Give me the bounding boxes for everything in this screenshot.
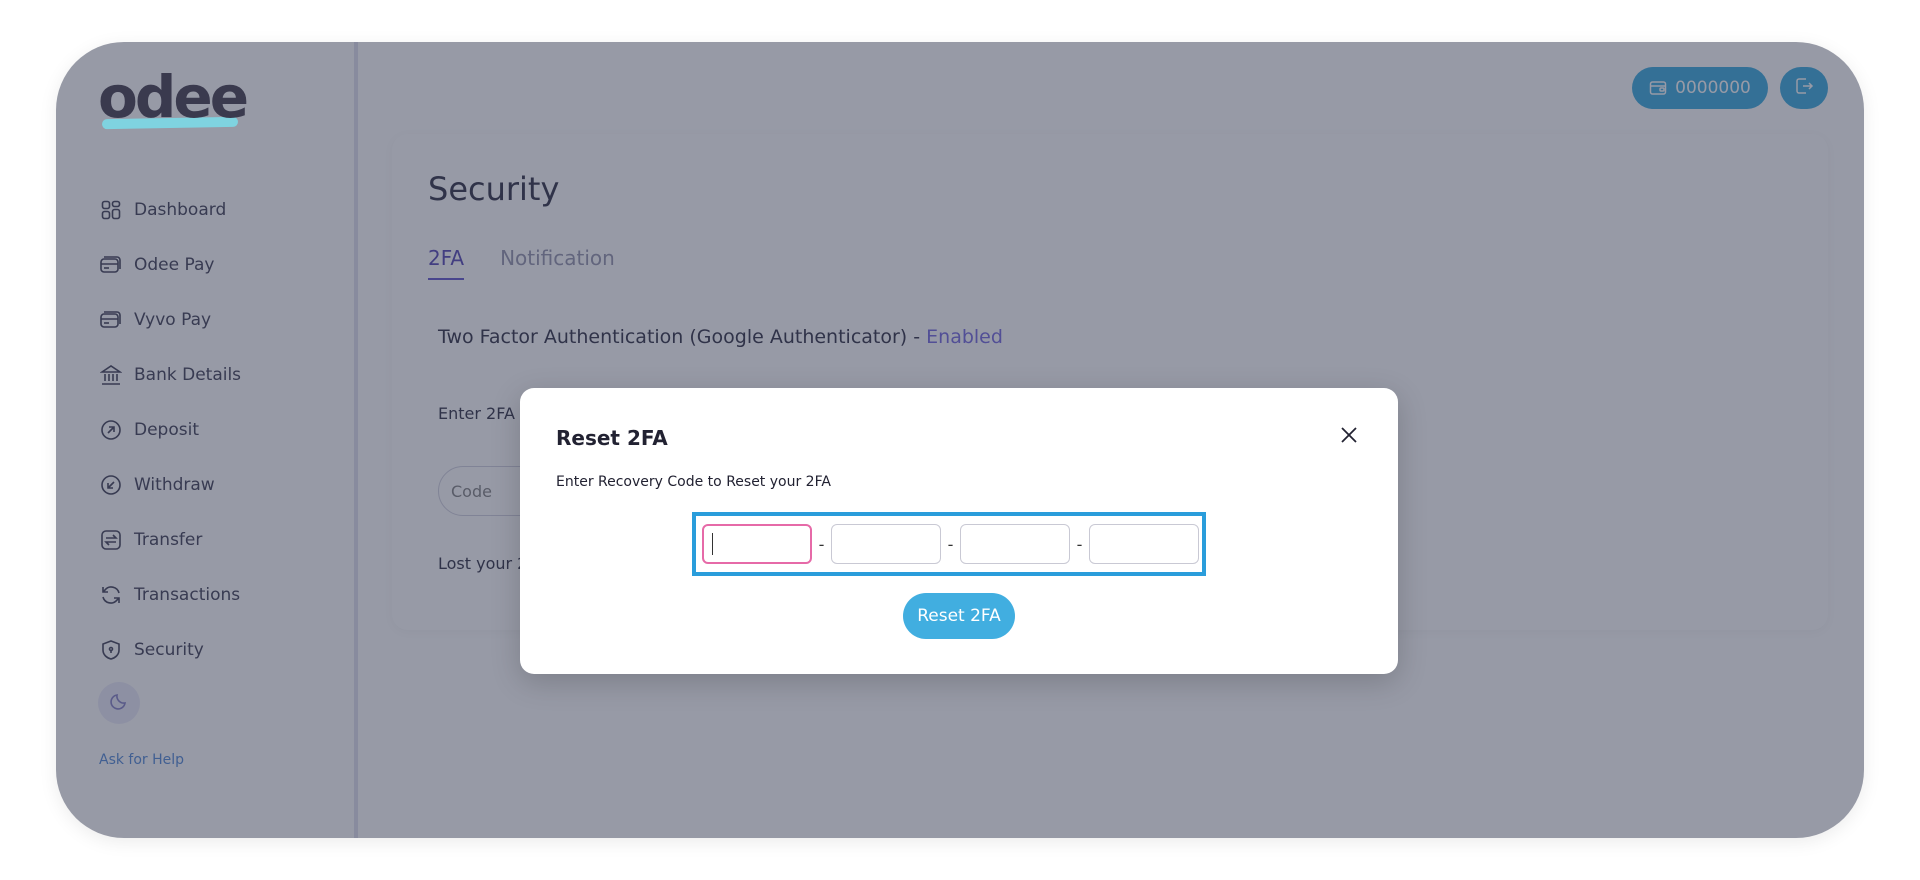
code-separator: - [1076,534,1083,554]
modal-title: Reset 2FA [556,426,668,450]
reset-2fa-modal: Reset 2FA Enter Recovery Code to Reset y… [520,388,1398,674]
recovery-code-field-1[interactable] [702,524,812,564]
recovery-code-field-4[interactable] [1089,524,1199,564]
logo[interactable]: odee [98,62,249,132]
code-separator: - [818,534,825,554]
recovery-code-field-3[interactable] [960,524,1070,564]
close-icon [1339,425,1359,449]
reset-2fa-button[interactable]: Reset 2FA [903,593,1015,639]
text-cursor [712,533,713,555]
recovery-code-group: - - - [692,512,1206,576]
modal-subtitle: Enter Recovery Code to Reset your 2FA [556,474,831,490]
close-button[interactable] [1336,424,1362,450]
logo-text: odee [98,63,249,131]
code-separator: - [947,534,954,554]
recovery-code-field-2[interactable] [831,524,941,564]
